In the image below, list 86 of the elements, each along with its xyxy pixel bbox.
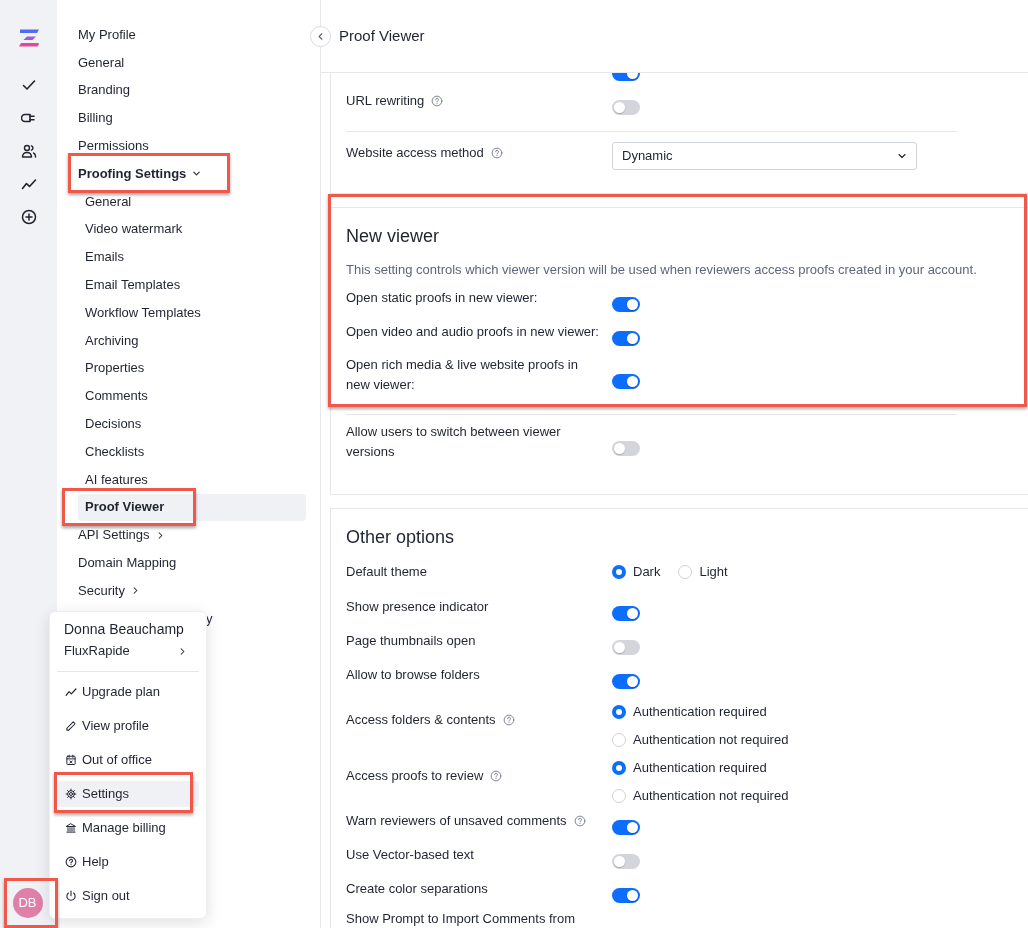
section-title: New viewer [346, 225, 441, 248]
setting-label: Warn reviewers of unsaved comments [346, 812, 567, 830]
setting-label: Open rich media & live website proofs in new viewer: [346, 356, 579, 394]
setting-label: Open video and audio proofs in new viewer: [346, 323, 599, 341]
logo-icon[interactable] [17, 27, 40, 49]
toggle-switch[interactable] [612, 639, 640, 655]
menu-item[interactable]: Manage billing [57, 815, 199, 841]
setting-label: Default theme [346, 563, 427, 581]
menu-item[interactable]: Settings [57, 781, 199, 807]
power-icon [65, 890, 77, 902]
sidebar-item[interactable]: Proofing Settings [78, 160, 306, 188]
toggle-switch[interactable] [612, 373, 640, 389]
sidebar-item[interactable]: My Profile [78, 21, 306, 49]
sidebar-item[interactable]: Security [78, 576, 306, 605]
help-icon [65, 856, 77, 868]
menu-item[interactable]: Help [57, 849, 199, 875]
sidebar-item[interactable]: Comments [78, 382, 306, 411]
setting-label: Page thumbnails open [346, 632, 476, 650]
calendar-icon [65, 754, 77, 766]
setting-label: Allow users to switch between viewer versions [346, 423, 562, 461]
radio-option[interactable]: Light [678, 562, 728, 582]
toggle-switch[interactable] [612, 440, 640, 456]
radio-icon[interactable] [612, 761, 626, 775]
help-icon[interactable] [431, 95, 444, 107]
toggle-switch[interactable] [612, 819, 640, 835]
help-icon[interactable] [502, 714, 515, 726]
bank-icon [65, 822, 77, 834]
section-title: Other options [346, 526, 456, 549]
help-icon[interactable] [490, 147, 503, 159]
radio-option[interactable]: Authentication not required [612, 782, 789, 810]
sidebar-item[interactable]: Properties [78, 354, 306, 383]
user-name: Donna Beauchamp [63, 620, 185, 639]
account-switcher[interactable]: FluxRapide [50, 641, 206, 661]
setting-label: Show presence indicator [346, 598, 489, 616]
setting-label: Allow to browse folders [346, 666, 480, 684]
setting-label: Access folders & contents [346, 711, 496, 729]
sidebar-item[interactable]: General [78, 187, 306, 216]
radio-option[interactable]: Authentication required [612, 698, 789, 726]
help-icon[interactable] [490, 770, 503, 782]
help-icon[interactable] [573, 815, 586, 827]
sidebar-item[interactable]: AI features [78, 465, 306, 494]
radio-option[interactable]: Authentication required [612, 754, 789, 782]
radio-option[interactable]: Authentication not required [612, 726, 789, 754]
toggle-switch[interactable] [612, 330, 640, 346]
sidebar-item[interactable]: Billing [78, 104, 306, 133]
menu-item[interactable]: Out of office [57, 747, 199, 773]
toggle-switch[interactable] [612, 853, 640, 869]
radio-option[interactable]: Dark [612, 562, 661, 582]
setting-label: Website access method [346, 144, 484, 162]
menu-item[interactable]: Upgrade plan [57, 679, 199, 705]
sidebar-item[interactable]: Domain Mapping [78, 549, 306, 577]
trend-icon [65, 686, 77, 698]
setting-label: Create color separations [346, 880, 488, 898]
section-description: This setting controls which viewer version will be used when reviewers access proofs created in your account. [346, 261, 978, 279]
radio-icon[interactable] [612, 565, 626, 579]
sidebar-item[interactable]: Checklists [78, 437, 306, 466]
pencil-icon [65, 720, 77, 732]
toggle-switch[interactable] [612, 99, 640, 115]
setting-label: Open static proofs in new viewer: [346, 289, 538, 307]
sidebar-item[interactable]: Video watermark [78, 215, 306, 244]
settings-icon [65, 788, 77, 800]
sidebar-item[interactable]: General [78, 48, 306, 77]
sidebar-item[interactable]: Archiving [78, 326, 306, 355]
toggle-switch[interactable] [612, 296, 640, 312]
menu-item[interactable]: View profile [57, 713, 199, 739]
sidebar-item[interactable]: Branding [78, 76, 306, 105]
sidebar-item[interactable]: Decisions [78, 410, 306, 438]
sidebar-item[interactable]: Email Templates [78, 271, 306, 299]
sidebar-item[interactable]: Emails [78, 243, 306, 272]
add-circle-icon[interactable] [20, 208, 37, 225]
toggle-switch[interactable] [612, 605, 640, 621]
toggle-switch[interactable] [612, 673, 640, 689]
sidebar-item[interactable]: Proof Viewer [78, 493, 306, 522]
sidebar-item[interactable]: Permissions [78, 132, 306, 160]
sidebar-item[interactable]: API Settings [78, 521, 306, 550]
radio-icon[interactable] [612, 705, 626, 719]
setting-label: URL rewriting [346, 92, 425, 110]
page-title: Proof Viewer [339, 26, 425, 46]
toggle-switch[interactable] [612, 887, 640, 903]
setting-label: Access proofs to review [346, 767, 484, 785]
users-icon[interactable] [20, 142, 37, 159]
setting-label: Use Vector-based text [346, 846, 474, 864]
menu-item[interactable]: Sign out [57, 883, 199, 909]
setting-label: Show Prompt to Import Comments from [346, 910, 575, 928]
sidebar-item[interactable]: Workflow Templates [78, 298, 306, 327]
dropdown[interactable]: Dynamic [612, 142, 917, 170]
